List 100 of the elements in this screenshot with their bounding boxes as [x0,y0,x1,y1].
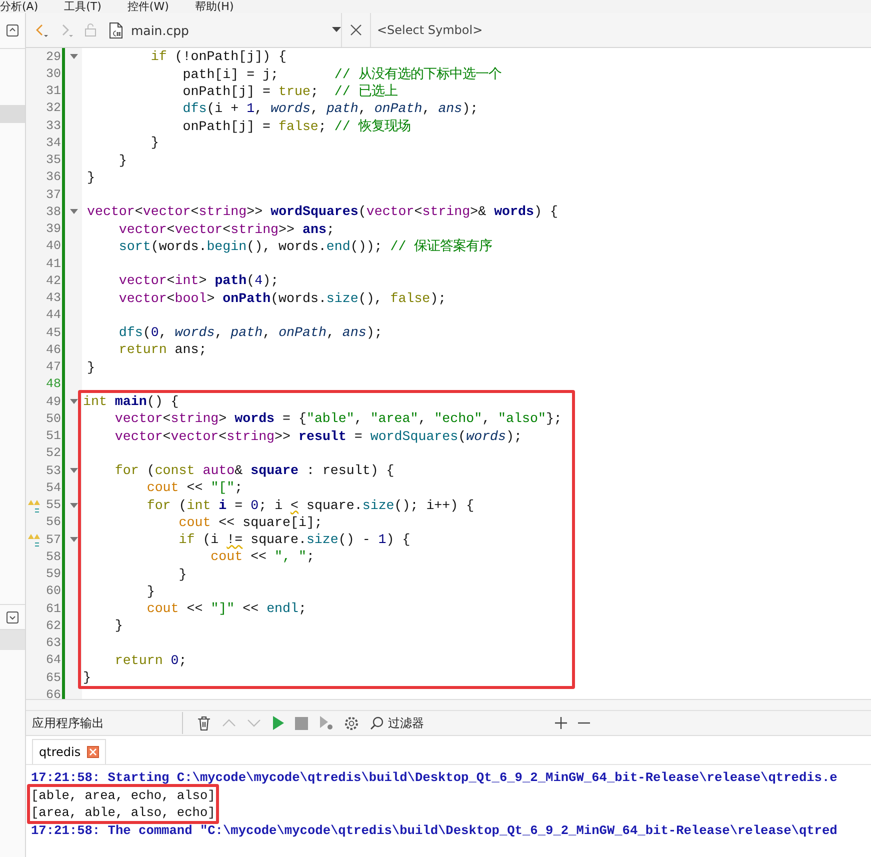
line-number: 33 [46,118,61,133]
menu-item[interactable]: 工具(T) [64,0,102,13]
menu-item[interactable]: 控件(W) [127,0,169,13]
symbol-selector[interactable]: <Select Symbol> [371,23,483,37]
code-line: cout << "]" << endl; [146,601,306,616]
expand-icon[interactable] [6,610,19,624]
line-number: 40 [46,239,61,254]
line-number: 38 [46,204,61,219]
line-number: 55 [46,498,61,512]
line-number: 46 [46,342,61,357]
search-icon [370,716,384,730]
trash-icon[interactable] [197,716,211,730]
stop-icon[interactable] [295,716,308,730]
close-icon[interactable] [86,746,99,758]
line-number: 42 [46,274,61,288]
cpp-file-icon [109,22,123,38]
fold-arrow-icon[interactable] [70,399,78,404]
warning-icon[interactable] [28,534,40,547]
code-line: for (int i = 0; i < square.size(); i++) { [146,498,474,513]
output-tab[interactable]: qtredis [32,739,106,764]
code-line: cout << "["; [146,480,243,496]
line-number: 58 [46,550,61,564]
line-number: 65 [46,670,61,685]
output-line: 17:21:58: The command "C:\mycode\mycode\qtredis\build\Desktop_Qt_6_9_2_MinGW_64_bit-Release\release\qtred [31,822,838,839]
code-line: return ans; [118,342,207,358]
output-line: [able, area, echo, also] [31,787,216,804]
code-line: vector<int> path(4); [118,273,279,288]
line-number: 50 [46,412,61,426]
code-line: cout << square[i]; [178,514,322,530]
line-number: 57 [46,532,61,547]
fold-arrow-icon[interactable] [70,54,78,60]
code-line: } [86,360,95,375]
code-line: } [86,170,95,185]
collapse-icon[interactable] [6,24,19,37]
line-number: 45 [46,326,61,340]
line-number: 54 [46,480,61,495]
back-arrow-icon[interactable] [34,22,49,38]
code-line: for (const auto& square : result) { [114,463,394,478]
line-number: 30 [46,66,61,81]
fold-arrow-icon[interactable] [70,537,78,542]
code-line: cout << ", "; [210,549,314,564]
line-number: 52 [46,446,61,460]
line-number: 56 [46,515,61,530]
dropdown-icon[interactable] [332,27,341,33]
fold-arrow-icon[interactable] [70,468,78,474]
output-line: 17:21:58: Starting C:\mycode\mycode\qtredis\build\Desktop_Qt_6_9_2_MinGW_64_bit-Release\release\qtredis.e [31,769,838,786]
line-number: 35 [46,153,61,168]
line-number: 31 [46,84,61,98]
line-number: 41 [46,256,61,271]
line-number: 36 [46,170,61,184]
code-line: } [118,152,127,168]
code-line: dfs(0, words, path, onPath, ans); [118,325,382,340]
line-number: 39 [46,222,61,236]
code-line: vector<bool> onPath(words.size(), false); [118,290,446,306]
code-line: if (i != square.size() - 1) { [178,532,410,548]
code-line: sort(words.begin(), words.end()); // 保证答案有序 [118,238,492,256]
code-line: } [114,618,123,634]
code-line: } [146,584,155,599]
settings-icon[interactable] [344,716,359,730]
add-icon[interactable] [555,717,567,729]
line-number: 48 [46,377,61,392]
line-number: 37 [46,188,61,202]
pane-title: 应用程序输出 [31,714,105,732]
close-icon[interactable] [350,24,362,36]
run-icon[interactable] [272,716,284,730]
code-line: onPath[j] = false; // 恢复现场 [182,118,410,135]
code-line: vector<vector<string>> wordSquares(vector<string>& words) { [86,204,558,220]
filter-field[interactable]: 过滤器 [388,716,528,730]
code-line: vector<vector<string>> result = wordSquares(words); [114,428,522,444]
code-line: } [178,566,187,582]
code-line: int main() { [82,394,179,410]
debug-run-icon[interactable] [319,716,333,730]
code-line: dfs(i + 1, words, path, onPath, ans); [182,100,478,116]
line-number: 66 [46,688,61,699]
line-number: 43 [46,291,61,306]
line-number: 59 [46,567,61,582]
menu-item[interactable]: 帮助(H) [194,0,234,13]
line-number: 53 [46,464,61,478]
line-number: 64 [46,653,61,668]
line-number: 61 [46,602,61,616]
fold-arrow-icon[interactable] [70,502,78,508]
code-line: } [82,670,91,686]
line-number: 44 [46,308,61,322]
code-line: onPath[j] = true; // 已选上 [182,82,398,100]
fold-arrow-icon[interactable] [70,209,78,214]
warning-icon[interactable] [28,500,40,512]
file-name[interactable]: main.cpp [131,22,324,38]
code-line: path[i] = j; // 从没有选的下标中选一个 [182,66,502,83]
line-number: 29 [46,50,61,64]
line-number: 51 [46,429,61,444]
code-line: return 0; [114,652,187,668]
line-number: 47 [46,360,61,374]
line-number: 34 [46,136,61,150]
code-line: vector<vector<string>> ans; [118,222,334,237]
line-number: 63 [46,636,61,650]
line-number: 32 [46,101,61,116]
line-number: 60 [46,584,61,598]
line-number: 49 [46,394,61,409]
code-line: } [150,135,159,150]
menu-item[interactable]: 分析(A) [0,0,38,13]
